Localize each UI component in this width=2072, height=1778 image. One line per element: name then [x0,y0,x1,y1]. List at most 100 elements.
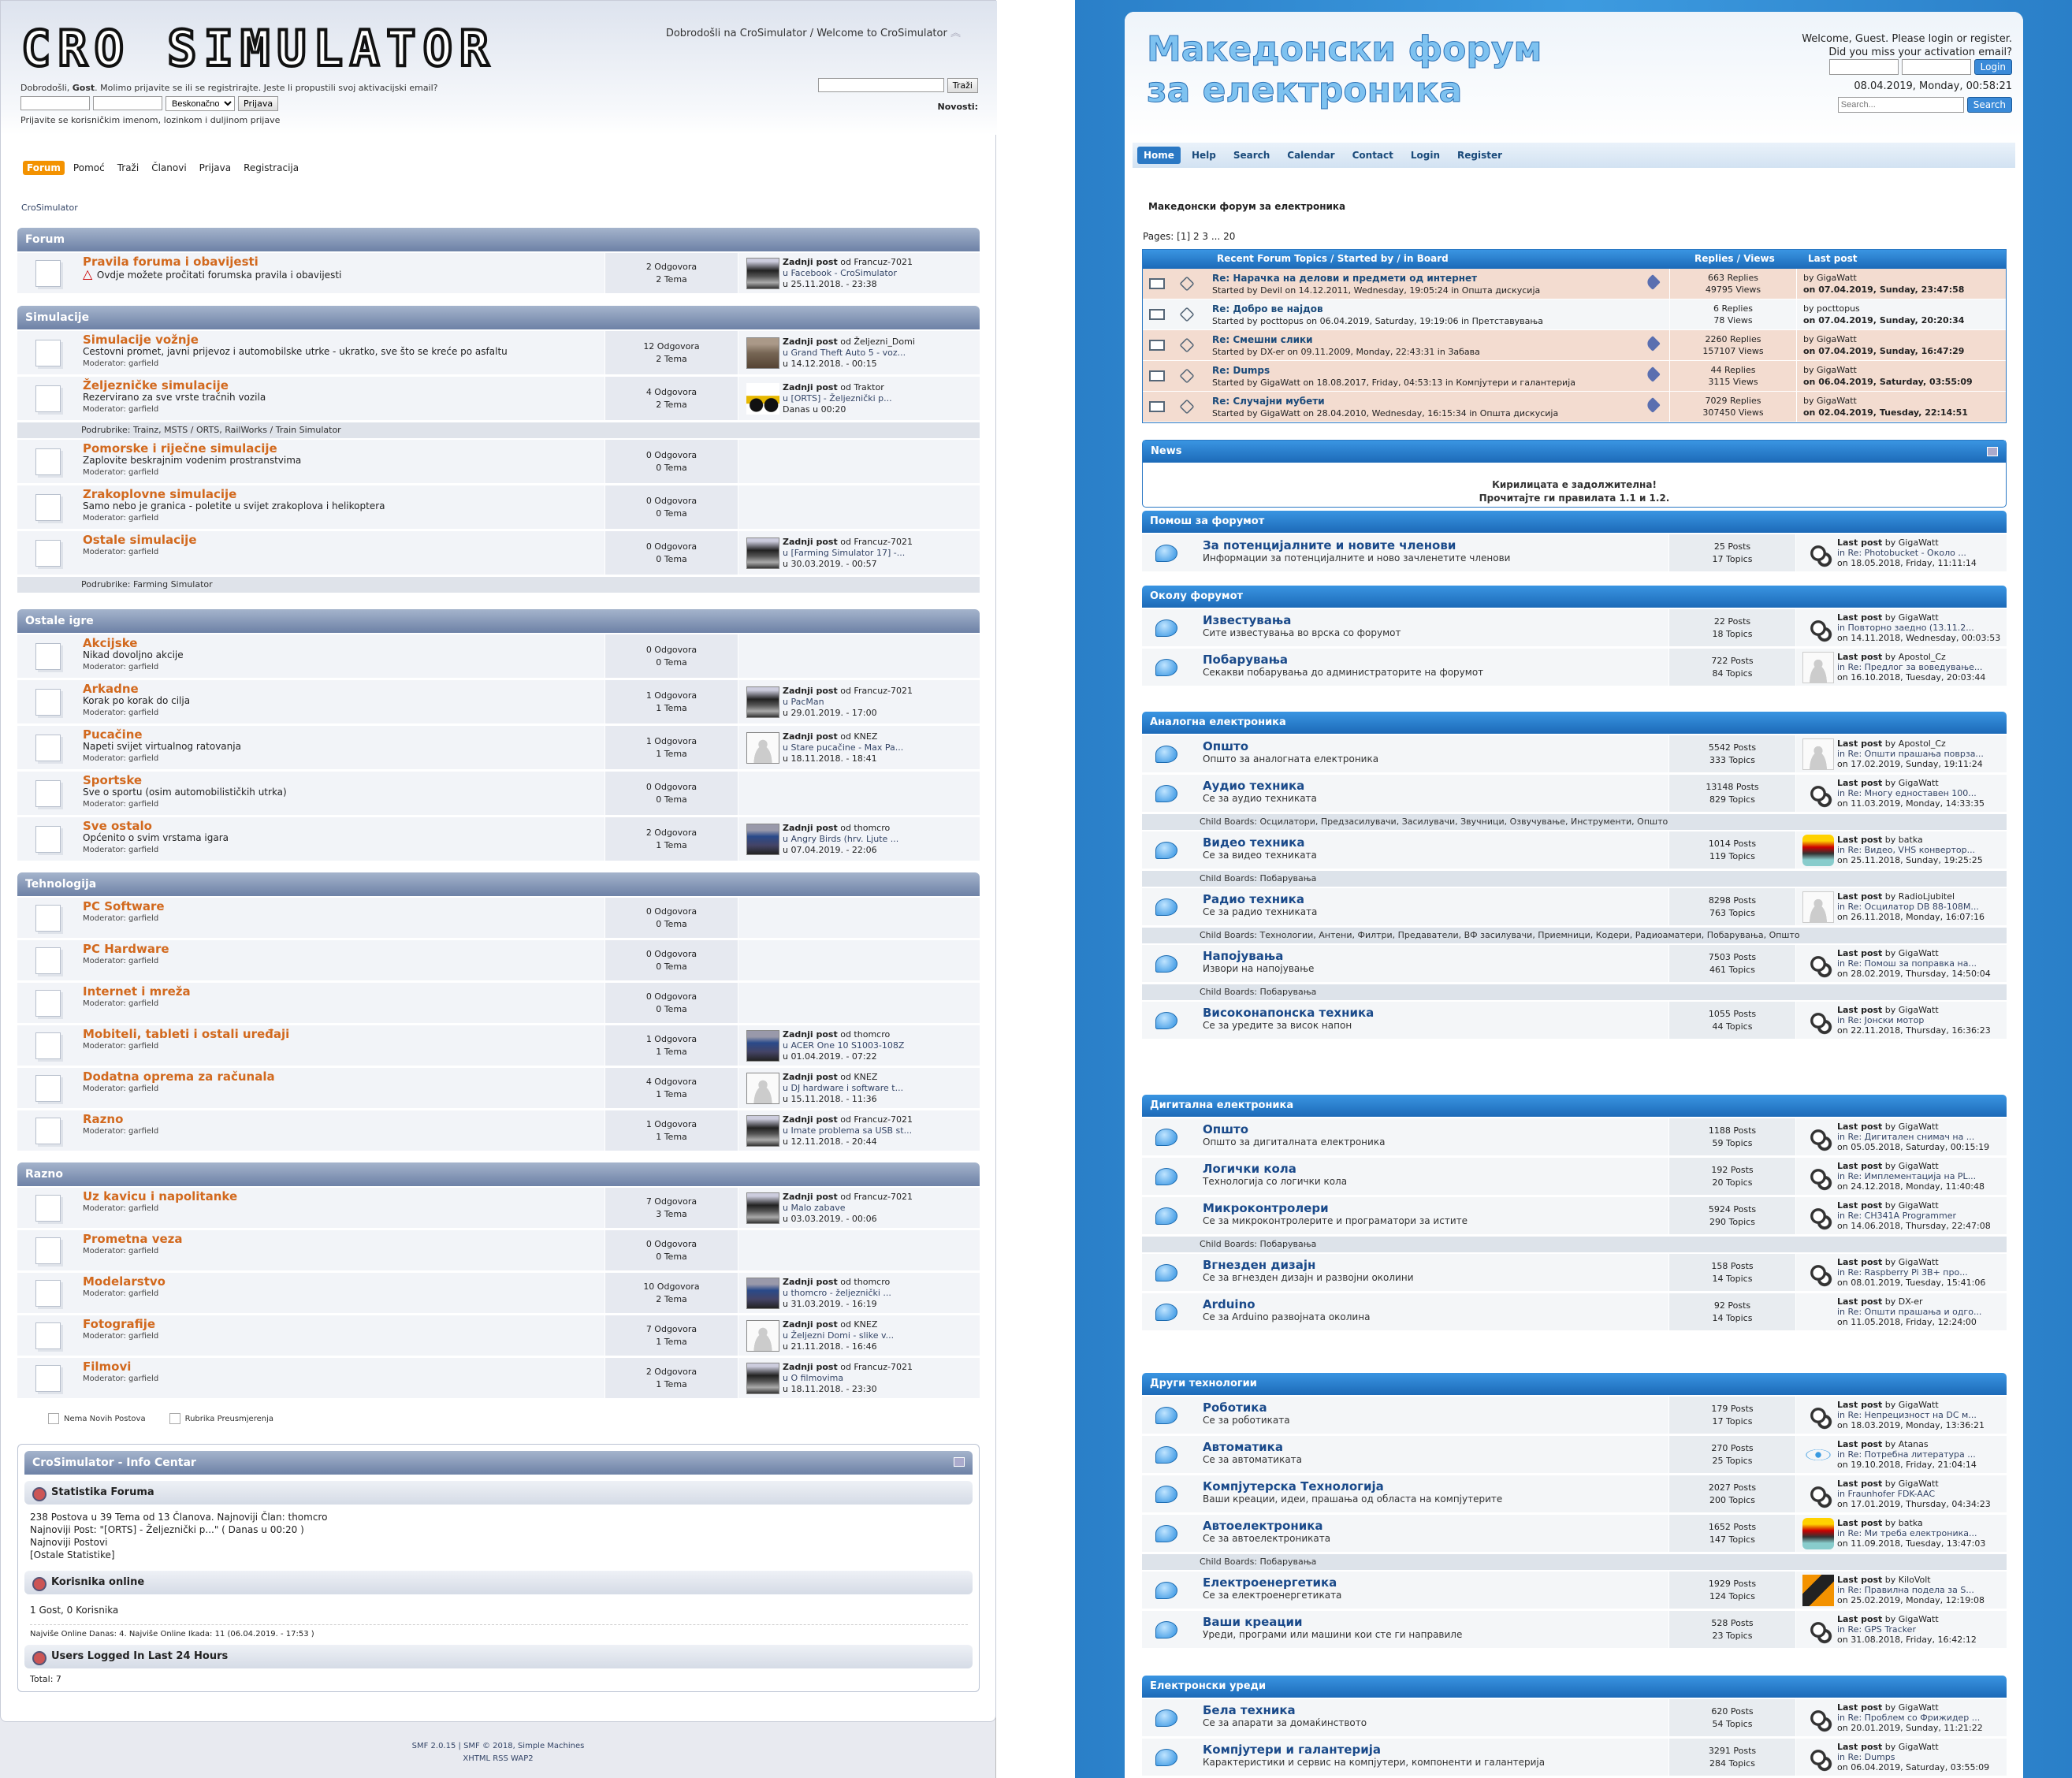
nav-calendar[interactable]: Calendar [1281,147,1341,164]
last-post-label[interactable]: Zadnji post [783,823,838,833]
avatar[interactable] [1802,947,1834,980]
nav-contact[interactable]: Contact [1346,147,1400,164]
board-moderator[interactable]: Moderator: garfield [83,844,595,856]
avatar[interactable] [1802,1741,1834,1773]
avatar[interactable] [746,1029,779,1062]
recent-topic-row[interactable]: Re: Нарачка на делови и предмети од инте… [1143,269,2006,299]
last-post-label[interactable]: Zadnji post [783,337,838,347]
board-row[interactable]: Роботика Се за роботиката 179 Posts 17 Topi… [1142,1397,2007,1434]
last-post-label[interactable]: Zadnji post [783,1114,838,1125]
last-post-label[interactable]: Zadnji post [783,537,838,547]
board-moderator[interactable]: Moderator: garfield [83,404,595,415]
board-title[interactable]: Напојувања [1203,950,1314,962]
category-header[interactable]: Дигитална електроника [1142,1095,2007,1117]
topic-title[interactable]: Re: Нарачка на делови и предмети од инте… [1212,272,1540,285]
last-post-author[interactable]: by GigaWatt [1803,333,1964,345]
avatar[interactable] [746,382,779,415]
board-row[interactable]: Побарувања Секакви побарувања до админист… [1142,649,2007,686]
last-post-author[interactable]: od KNEZ [838,1072,877,1082]
last-post-author[interactable]: by pocttopus [1803,303,1964,314]
last-post-author[interactable]: od KNEZ [838,1319,877,1330]
last-post-label[interactable]: Zadnji post [783,257,838,267]
avatar[interactable] [1802,834,1834,866]
board-row[interactable]: Internet i mreža Moderator: garfield 0 Odg… [17,983,980,1024]
board-row[interactable]: Dodatna oprema za računala Moderator: gar… [17,1068,980,1109]
nav-members[interactable]: Članovi [147,161,190,175]
board-moderator[interactable]: Moderator: garfield [83,1083,595,1095]
board-title[interactable]: Pomorske i riječne simulacije [83,443,595,455]
child-boards[interactable]: Child Boards: Побарувања [1142,1554,2007,1570]
last-post-topic[interactable]: in Re: Правилна подела за S... [1837,1585,1985,1595]
category-header[interactable]: Околу форумот [1142,586,2007,608]
avatar[interactable] [746,1277,779,1309]
board-row[interactable]: Логички кола Технологија со логички кола 1… [1142,1158,2007,1196]
category-header[interactable]: Ostale igre [17,609,980,633]
topic-title[interactable]: Re: Добро ве најдов [1212,303,1543,315]
board-title[interactable]: Zrakoplovne simulacije [83,489,595,500]
last-post-author[interactable]: by GigaWatt [1882,1742,1939,1752]
board-row[interactable]: Filmovi Moderator: garfield 2 Odgovora 1 Te… [17,1358,980,1399]
last-post-topic[interactable]: u Imate problema sa USB st... [783,1125,913,1136]
last-post-label[interactable]: Zadnji post [783,1362,838,1372]
login-button[interactable]: Login [1973,59,2012,75]
board-title[interactable]: Internet i mreža [83,986,595,998]
last-post-label[interactable]: Zadnji post [783,1319,838,1330]
last-post-author[interactable]: by RadioLjubitel [1882,891,1955,902]
board-title[interactable]: За потенцијалните и новите членови [1203,539,1510,552]
topic-title[interactable]: Re: Смешни слики [1212,333,1480,346]
avatar[interactable] [746,1114,779,1147]
avatar[interactable] [1802,891,1834,923]
board-title[interactable]: Електроенергетика [1203,1576,1341,1589]
collapse-icon[interactable] [1987,447,1998,456]
last-post-topic[interactable]: in Re: Дигитален снимач на ... [1837,1132,1989,1142]
board-title[interactable]: Arkadne [83,683,595,695]
last-post-author[interactable]: od thomcro [838,823,890,833]
category-header[interactable]: Помош за форумот [1142,511,2007,533]
last-post-author[interactable]: od KNEZ [838,731,877,742]
child-boards[interactable]: Child Boards: Побарувања [1142,984,2007,1000]
avatar[interactable] [1802,1517,1834,1549]
latest-post-line[interactable]: Najnoviji Post: "[ORTS] - Željeznički p.… [30,1523,327,1536]
last-post-topic[interactable]: in Re: Јонски мотор [1837,1015,1991,1025]
avatar[interactable] [746,1192,779,1224]
last-post-author[interactable]: od Francuz-7021 [838,537,913,547]
board-title[interactable]: Логички кола [1203,1162,1347,1175]
board-moderator[interactable]: Moderator: garfield [83,546,595,558]
board-row[interactable]: Pucačine Napeti svijet virtualnog ratovan… [17,726,980,770]
board-row[interactable]: Zrakoplovne simulacije Samo nebo je grani… [17,485,980,530]
category-header[interactable]: Razno [17,1162,980,1186]
board-title[interactable]: Sportske [83,775,595,787]
board-title[interactable]: PC Software [83,901,595,913]
board-title[interactable]: Вгнезден дизајн [1203,1259,1414,1271]
nav-help[interactable]: Pomoć [69,161,109,175]
board-title[interactable]: Општо [1203,1123,1385,1136]
board-moderator[interactable]: Moderator: garfield [83,1203,595,1214]
board-moderator[interactable]: Moderator: garfield [83,998,595,1010]
search-input[interactable] [817,78,944,92]
last-post-author[interactable]: by GigaWatt [1882,1161,1939,1171]
password-input[interactable] [1901,59,1971,75]
last-post-topic[interactable]: in Re: Помош за поправка на... [1837,958,1991,969]
last-post-label[interactable]: Zadnji post [783,1192,838,1202]
avatar[interactable] [746,1362,779,1394]
board-row[interactable]: Pravila foruma i obavijesti △ Ovdje možet… [17,253,980,294]
board-row[interactable]: PC Software Moderator: garfield 0 Odgovora… [17,898,980,939]
last-post-topic[interactable]: in Re: Многу едноставен 100... [1837,788,1985,798]
board-row[interactable]: За потенцијалните и новите членови Информ… [1142,534,2007,572]
avatar[interactable] [1802,1399,1834,1431]
avatar[interactable] [746,337,779,369]
last-post-topic[interactable]: u DJ hardware i software t... [783,1083,903,1094]
last-post-author[interactable]: od Traktor [838,382,884,392]
child-boards[interactable]: Podrubrike: Farming Simulator [17,577,980,593]
last-post-topic[interactable]: u Željezni Domi - slike v... [783,1330,894,1341]
category-header[interactable]: Forum [17,228,980,251]
last-post-topic[interactable]: u Angry Birds (hrv. Ljute ... [783,834,898,845]
board-row[interactable]: Simulacije vožnje Cestovni promet, javni … [17,331,980,375]
collapse-icon[interactable]: ︽ [950,28,961,39]
nav-login[interactable]: Login [1404,147,1446,164]
nav-register[interactable]: Register [1451,147,1508,164]
avatar[interactable] [746,731,779,764]
board-title[interactable]: Високонапонска техника [1203,1006,1374,1019]
board-row[interactable]: Arkadne Korak po korak do cilja Moderator:… [17,680,980,724]
last-post-topic[interactable]: in Re: Општи прашања и одго... [1837,1307,1981,1317]
